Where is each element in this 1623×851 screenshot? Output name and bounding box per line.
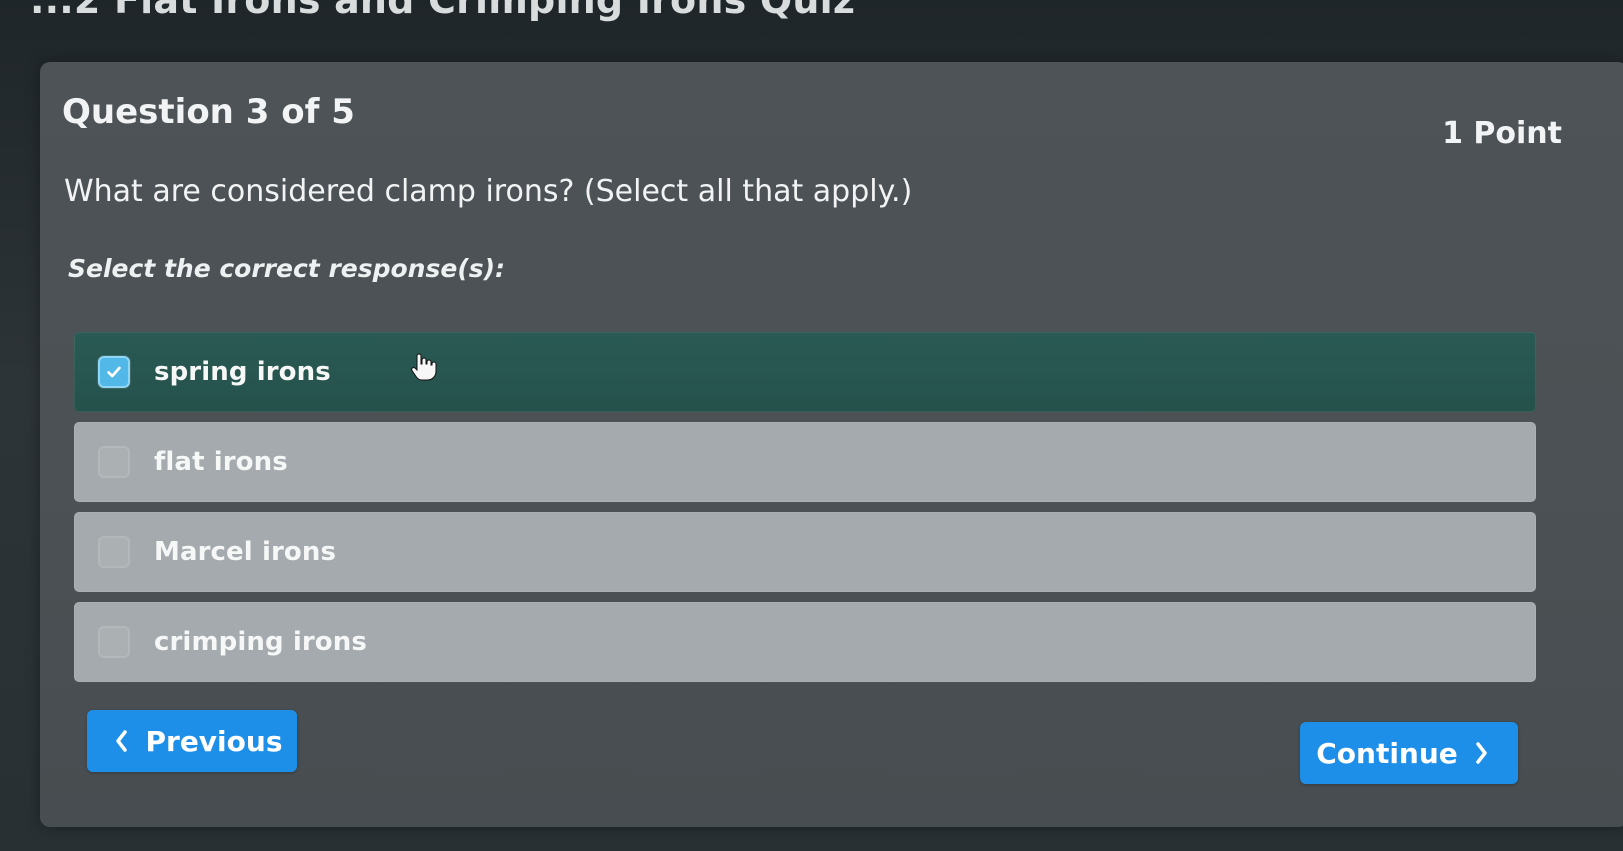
response-options: spring irons flat irons Marcel irons cri…: [74, 332, 1536, 692]
continue-button[interactable]: Continue: [1300, 722, 1518, 784]
hand-cursor-icon: [411, 353, 437, 381]
option-label: crimping irons: [154, 627, 367, 657]
option-label: Marcel irons: [154, 537, 337, 567]
question-points: 1 Point: [1442, 116, 1562, 151]
option-label: spring irons: [154, 357, 331, 387]
previous-label: Previous: [145, 724, 283, 758]
checkbox-crimping-irons[interactable]: [98, 626, 130, 658]
option-spring-irons[interactable]: spring irons: [74, 332, 1536, 412]
option-flat-irons[interactable]: flat irons: [74, 422, 1536, 502]
chevron-left-icon: [116, 730, 128, 752]
previous-button[interactable]: Previous: [87, 710, 297, 772]
question-card: Question 3 of 5 1 Point What are conside…: [40, 62, 1623, 827]
quiz-title: ...2 Flat Irons and Crimping Irons Quiz: [30, 0, 856, 22]
option-crimping-irons[interactable]: crimping irons: [74, 602, 1536, 682]
response-instruction: Select the correct response(s):: [68, 254, 506, 283]
option-marcel-irons[interactable]: Marcel irons: [74, 512, 1536, 592]
continue-label: Continue: [1316, 736, 1458, 770]
checkbox-spring-irons[interactable]: [98, 356, 130, 388]
question-prompt: What are considered clamp irons? (Select…: [64, 174, 913, 209]
check-icon: [107, 366, 121, 378]
question-number: Question 3 of 5: [62, 92, 355, 132]
checkbox-marcel-irons[interactable]: [98, 536, 130, 568]
option-label: flat irons: [154, 447, 288, 477]
chevron-right-icon: [1476, 742, 1487, 764]
checkbox-flat-irons[interactable]: [98, 446, 130, 478]
